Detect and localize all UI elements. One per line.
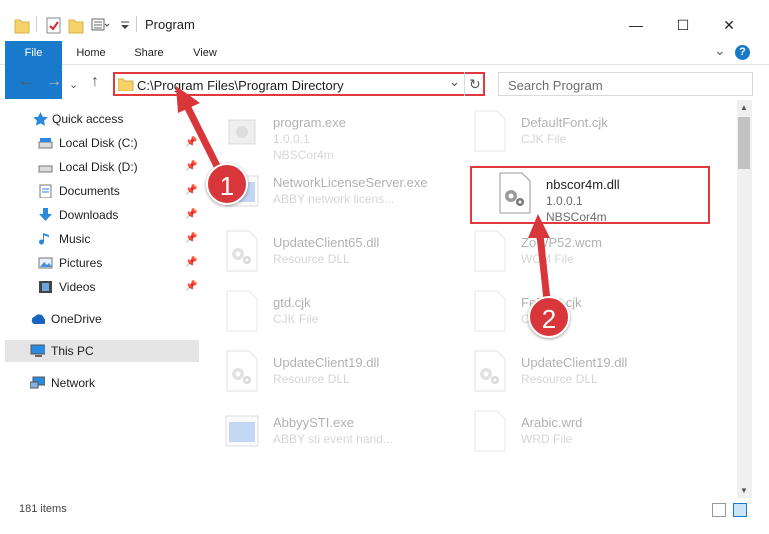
arrow-2-shaft: [536, 231, 551, 304]
step-badge-1: 1: [206, 163, 248, 205]
step-badge-2: 2: [528, 296, 570, 338]
annotation-arrows: [176, 86, 551, 304]
arrow-2-head: [528, 214, 550, 238]
